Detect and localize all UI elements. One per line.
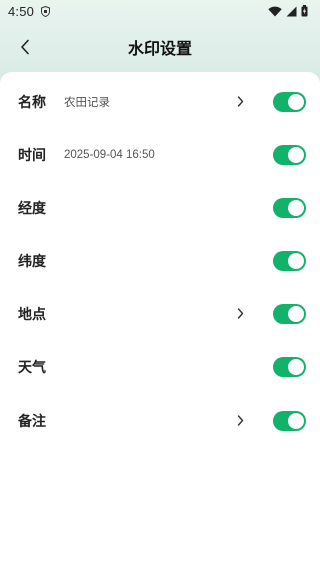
toggle-knob xyxy=(288,358,304,375)
status-time: 4:50 xyxy=(8,3,35,19)
wifi-icon xyxy=(268,6,282,17)
setting-label: 地点 xyxy=(18,306,46,323)
toggle-switch[interactable] xyxy=(273,144,306,165)
toggle-switch[interactable] xyxy=(273,356,306,377)
toggle-switch[interactable] xyxy=(273,250,306,271)
status-icons xyxy=(268,5,308,17)
setting-row-location: 地点 xyxy=(0,287,320,340)
toggle-knob xyxy=(288,146,304,163)
setting-label: 备注 xyxy=(18,413,46,430)
setting-label: 时间 xyxy=(18,147,46,164)
shield-icon xyxy=(40,5,50,17)
status-bar: 4:50 xyxy=(0,0,320,22)
back-arrow-icon[interactable] xyxy=(14,35,36,59)
chevron-right-icon[interactable] xyxy=(234,307,246,321)
page-title: 水印设置 xyxy=(127,39,192,58)
setting-label: 天气 xyxy=(18,359,46,376)
toggle-knob xyxy=(288,305,304,322)
toggle-knob xyxy=(288,93,304,110)
chevron-right-icon[interactable] xyxy=(234,414,246,428)
toggle-switch[interactable] xyxy=(273,303,306,324)
settings-card: 名称 农田记录 时间 2025-09-04 16:50 经度 纬度 地点 天气 … xyxy=(0,72,320,568)
toggle-switch[interactable] xyxy=(273,91,306,112)
setting-label: 纬度 xyxy=(18,253,46,270)
setting-row-name: 名称 农田记录 xyxy=(0,75,320,128)
setting-label: 经度 xyxy=(18,200,46,217)
toggle-knob xyxy=(288,252,304,269)
setting-row-weather: 天气 xyxy=(0,340,320,393)
chevron-right-icon[interactable] xyxy=(234,95,246,109)
signal-icon xyxy=(286,6,297,17)
setting-value: 2025-09-04 16:50 xyxy=(64,148,155,161)
setting-row-notes: 备注 xyxy=(0,394,320,447)
setting-label: 名称 xyxy=(18,94,46,111)
header: 水印设置 xyxy=(0,22,320,72)
toggle-knob xyxy=(288,412,304,429)
setting-row-latitude: 纬度 xyxy=(0,234,320,287)
setting-value: 农田记录 xyxy=(64,96,110,109)
battery-icon xyxy=(301,5,308,17)
toggle-switch[interactable] xyxy=(273,197,306,218)
setting-row-longitude: 经度 xyxy=(0,181,320,234)
screen: 4:50 水印设置 名称 农田记录 时间 2025-09-04 16:50 经度… xyxy=(0,0,320,568)
toggle-switch[interactable] xyxy=(273,410,306,431)
toggle-knob xyxy=(288,199,304,216)
setting-row-time: 时间 2025-09-04 16:50 xyxy=(0,128,320,181)
